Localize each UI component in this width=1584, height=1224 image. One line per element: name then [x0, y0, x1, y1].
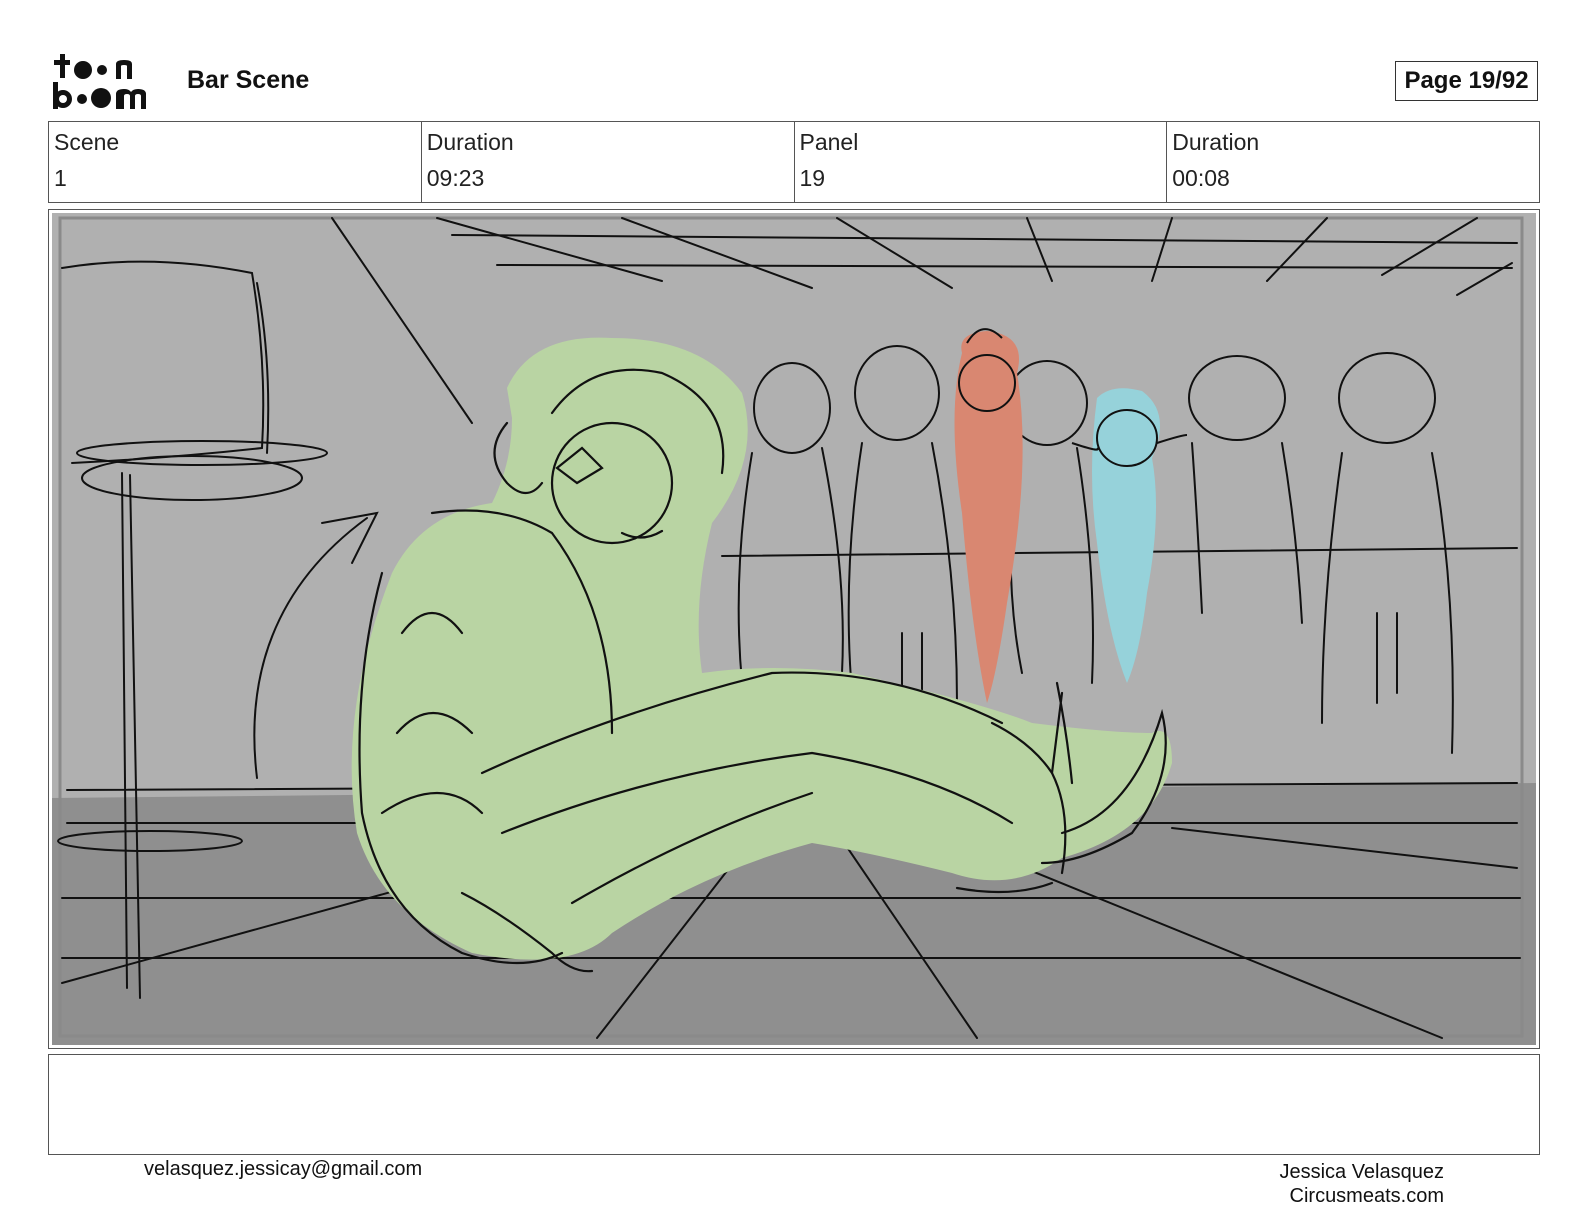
panel-duration-cell: Duration 00:08: [1167, 122, 1539, 202]
scene-cell: Scene 1: [49, 122, 422, 202]
footer-email: velasquez.jessicay@gmail.com: [144, 1158, 423, 1180]
scene-duration-cell: Duration 09:23: [422, 122, 795, 202]
author-name: Jessica Velasquez: [1279, 1161, 1444, 1183]
panel-label: Panel: [799, 129, 859, 155]
storyboard-panel-frame: [48, 209, 1540, 1049]
author-site: Circusmeats.com: [1289, 1185, 1444, 1207]
panel-duration-value: 00:08: [1172, 165, 1230, 191]
page-indicator: Page 19/92: [1395, 61, 1538, 101]
scene-duration-label: Duration: [426, 129, 514, 155]
storyboard-sketch: [52, 213, 1536, 1045]
footer-author: Jessica Velasquez Circusmeats.com: [1279, 1160, 1444, 1208]
panel-duration-label: Duration: [1172, 129, 1260, 155]
scene-label: Scene: [54, 129, 120, 155]
scene-duration-value: 09:23: [426, 165, 485, 191]
project-title: Bar Scene: [187, 66, 310, 94]
panel-value: 19: [799, 165, 826, 191]
toon-boom-logo: [53, 54, 146, 109]
panel-cell: Panel 19: [795, 122, 1168, 202]
panel-notes: [48, 1054, 1540, 1155]
scene-value: 1: [54, 165, 67, 191]
panel-info-table: Scene 1 Duration 09:23 Panel 19 Duration…: [48, 121, 1540, 203]
